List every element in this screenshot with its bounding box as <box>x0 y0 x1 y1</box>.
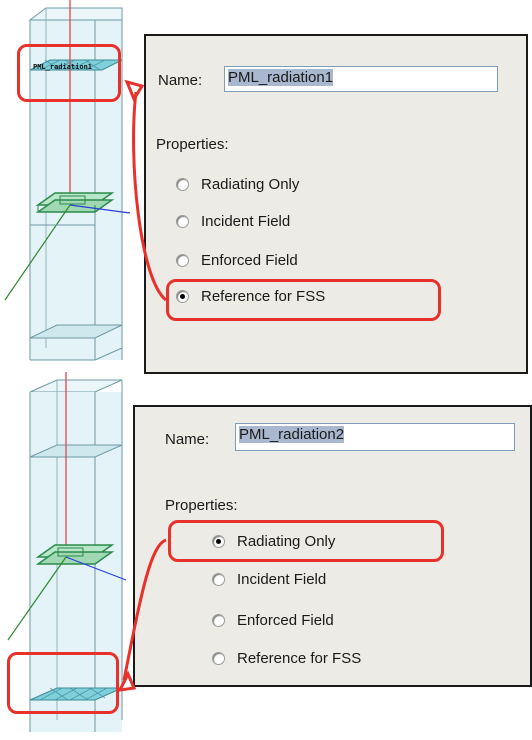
radio-radiating-only[interactable]: Radiating Only <box>176 176 299 193</box>
name-value: PML_radiation1 <box>228 69 334 86</box>
radio-reference-for-fss[interactable]: Reference for FSS <box>212 650 361 667</box>
properties-panel-1: Name: PML_radiation1 Properties: Radiati… <box>144 34 528 374</box>
name-value: PML_radiation2 <box>239 426 345 443</box>
radio-icon <box>212 614 225 627</box>
radio-incident-field[interactable]: Incident Field <box>212 571 326 588</box>
radio-label: Incident Field <box>201 213 291 230</box>
properties-panel-2: Name: PML_radiation2 Properties: Radiati… <box>133 405 532 687</box>
radio-label: Incident Field <box>237 571 327 588</box>
radio-incident-field[interactable]: Incident Field <box>176 213 290 230</box>
name-field[interactable]: PML_radiation2 <box>235 423 515 451</box>
highlight-reference-for-fss <box>166 279 441 321</box>
highlight-pml2-model <box>7 652 119 714</box>
highlight-pml1-model <box>17 44 121 102</box>
name-label: Name: <box>158 72 203 89</box>
radio-icon <box>212 573 225 586</box>
name-field[interactable]: PML_radiation1 <box>224 66 498 92</box>
properties-label: Properties: <box>156 136 229 153</box>
radio-label: Enforced Field <box>201 252 298 269</box>
radio-enforced-field[interactable]: Enforced Field <box>212 612 334 629</box>
radio-enforced-field[interactable]: Enforced Field <box>176 252 298 269</box>
radio-label: Radiating Only <box>201 176 300 193</box>
radio-label: Enforced Field <box>237 612 334 629</box>
radio-icon <box>212 652 225 665</box>
properties-label: Properties: <box>165 497 238 514</box>
highlight-radiating-only <box>168 520 444 562</box>
radio-icon <box>176 215 189 228</box>
name-label: Name: <box>165 431 210 448</box>
radio-icon <box>176 254 189 267</box>
radio-icon <box>176 178 189 191</box>
radio-label: Reference for FSS <box>237 650 362 667</box>
